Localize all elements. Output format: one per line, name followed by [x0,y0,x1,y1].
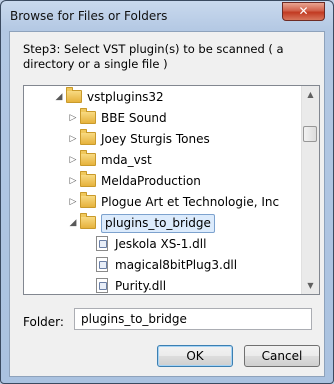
folder-field-label: Folder: [23,315,64,329]
tree-folder-item[interactable]: ▷ MeldaProduction [24,171,302,192]
tree-item-label: vstplugins32 [87,90,164,104]
collapsed-arrow-icon[interactable]: ▷ [68,129,78,150]
tree-item-label: plugins_to_bridge [101,214,215,233]
folder-icon [80,192,96,208]
scroll-thumb[interactable] [303,126,317,142]
instruction-text: Step3: Select VST plugin(s) to be scanne… [23,42,284,71]
folder-icon [80,213,96,229]
tree-item-label: BBE Sound [101,111,167,125]
dialog-body: Step3: Select VST plugin(s) to be scanne… [9,31,325,377]
scroll-down-button[interactable]: ▼ [302,277,319,294]
tree-file-item[interactable]: Jeskola XS-1.dll [24,234,302,255]
close-button[interactable]: ✕ [282,2,325,21]
tree-folder-item[interactable]: ◢ plugins_to_bridge [24,213,302,234]
tree-folder-item[interactable]: ▷ Plogue Art et Technologie, Inc [24,192,302,213]
dll-file-icon [96,236,108,251]
folder-icon [80,108,96,124]
tree-item-label: MeldaProduction [101,174,201,188]
ok-button[interactable]: OK [157,345,233,367]
tree-folder-item[interactable]: ◢ vstplugins32 [24,87,302,108]
title-bar[interactable]: Browse for Files or Folders ✕ [1,1,333,31]
folder-icon [80,171,96,187]
tree-item-label: mda_vst [101,153,152,167]
tree-folder-item[interactable]: ▷ mda_vst [24,150,302,171]
scroll-up-button[interactable]: ▲ [302,86,319,103]
collapsed-arrow-icon[interactable]: ▷ [68,192,78,213]
folder-icon [80,150,96,166]
tree-item-label: Purity.dll [115,279,167,293]
expanded-arrow-icon[interactable]: ◢ [68,213,78,234]
browse-dialog: Browse for Files or Folders ✕ Step3: Sel… [0,0,334,384]
vertical-scrollbar[interactable]: ▲ ▼ [301,86,319,294]
expanded-arrow-icon[interactable]: ◢ [54,87,64,108]
folder-input[interactable] [74,308,312,330]
tree-folder-item[interactable]: ▷ Joey Sturgis Tones [24,129,302,150]
tree-file-item[interactable]: Purity.dll [24,276,302,294]
dll-file-icon [96,257,108,272]
tree-item-label: Jeskola XS-1.dll [115,237,207,251]
folder-tree[interactable]: ◢ vstplugins32 ▷ BBE Sound ▷ Joey Sturgis Ton… [23,85,320,295]
tree-file-item[interactable]: magical8bitPlug3.dll [24,255,302,276]
folder-icon [80,129,96,145]
tree-folder-item[interactable]: ▷ BBE Sound [24,108,302,129]
collapsed-arrow-icon[interactable]: ▷ [68,108,78,129]
tree-item-label: magical8bitPlug3.dll [115,258,238,272]
tree-item-label: Plogue Art et Technologie, Inc [101,195,280,209]
cancel-button[interactable]: Cancel [244,345,320,367]
close-icon: ✕ [298,4,309,18]
folder-icon [66,87,82,103]
window-title: Browse for Files or Folders [10,9,168,23]
collapsed-arrow-icon[interactable]: ▷ [68,150,78,171]
tree-item-label: Joey Sturgis Tones [101,132,210,146]
collapsed-arrow-icon[interactable]: ▷ [68,171,78,192]
dll-file-icon [96,278,108,293]
